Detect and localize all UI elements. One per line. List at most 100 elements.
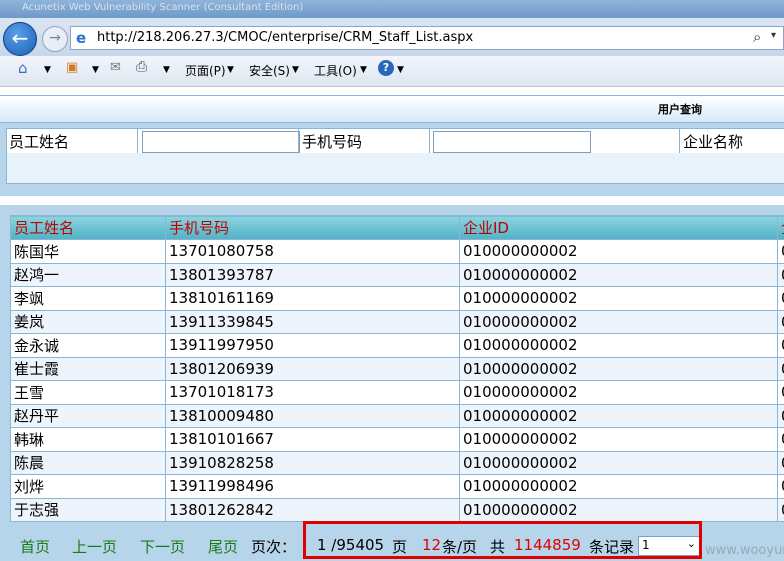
- rss-feed-icon[interactable]: ▣: [66, 60, 78, 75]
- prev-page-link[interactable]: 上一页: [72, 536, 117, 557]
- cell-company-id: 010000000002: [459, 286, 778, 311]
- table-row: 姜岚139113398450100000000020: [10, 309, 784, 334]
- cell-company-id: 010000000002: [459, 333, 778, 358]
- cell-more: 0: [777, 403, 784, 428]
- cell-more: 0: [777, 309, 784, 334]
- divider: [298, 129, 299, 153]
- chevron-down-icon[interactable]: ▼: [163, 65, 170, 75]
- divider: [137, 129, 138, 153]
- chevron-down-icon[interactable]: ▼: [360, 65, 367, 75]
- help-icon[interactable]: ?: [378, 60, 394, 76]
- cell-company-id: 010000000002: [459, 380, 778, 405]
- forward-button[interactable]: →: [42, 26, 68, 52]
- cell-name: 刘烨: [10, 474, 166, 499]
- cell-phone: 13810009480: [165, 403, 460, 428]
- cell-phone: 13801262842: [165, 497, 460, 522]
- table-row: 王雪137010181730100000000020: [10, 380, 784, 405]
- column-header-name: 员工姓名: [10, 215, 166, 240]
- table-header-row: 员工姓名 手机号码 企业ID 企: [10, 215, 784, 240]
- browser-title-bar: Acunetix Web Vulnerability Scanner (Cons…: [0, 0, 784, 18]
- cell-name: 崔士霞: [10, 356, 166, 381]
- cell-company-id: 010000000002: [459, 356, 778, 381]
- tools-menu[interactable]: 工具(O): [314, 62, 357, 79]
- table-row: 于志强138012628420100000000020: [10, 497, 784, 522]
- staff-table: 员工姓名 手机号码 企业ID 企 陈国华13701080758010000000…: [10, 215, 784, 522]
- table-row: 李飒138101611690100000000020: [10, 286, 784, 311]
- cell-name: 赵鸿一: [10, 262, 166, 287]
- column-header-phone: 手机号码: [165, 215, 460, 240]
- cell-phone: 13911997950: [165, 333, 460, 358]
- chevron-down-icon[interactable]: ▼: [292, 65, 299, 75]
- cell-more: 0: [777, 262, 784, 287]
- safety-menu[interactable]: 安全(S): [249, 62, 290, 79]
- command-bar: ⌂ ▼ ▣ ▼ ✉ ⎙ ▼ 页面(P) ▼ 安全(S) ▼ 工具(O) ▼ ? …: [0, 56, 784, 87]
- chevron-down-icon[interactable]: ▼: [227, 65, 234, 75]
- table-row: 崔士霞138012069390100000000020: [10, 356, 784, 381]
- ie-logo-icon: e: [76, 29, 87, 47]
- table-row: 陈晨139108282580100000000020: [10, 450, 784, 475]
- name-label: 员工姓名: [9, 133, 70, 151]
- cell-phone: 13801393787: [165, 262, 460, 287]
- cell-more: 0: [777, 474, 784, 499]
- query-panel: 用户查询 员工姓名 手机号码 企业名称: [0, 95, 784, 196]
- query-header: 用户查询: [0, 96, 784, 123]
- cell-more: 0: [777, 497, 784, 522]
- cell-company-id: 010000000002: [459, 309, 778, 334]
- name-input[interactable]: [142, 131, 300, 153]
- cell-name: 于志强: [10, 497, 166, 522]
- cell-more: 0: [777, 427, 784, 452]
- url-text: http://218.206.27.3/CMOC/enterprise/CRM_…: [97, 30, 474, 45]
- cell-more: 0: [777, 239, 784, 264]
- cell-phone: 13910828258: [165, 450, 460, 475]
- cell-phone: 13810101667: [165, 427, 460, 452]
- cell-phone: 13701080758: [165, 239, 460, 264]
- cell-name: 韩琳: [10, 427, 166, 452]
- mail-icon[interactable]: ✉: [110, 60, 121, 75]
- cell-phone: 13801206939: [165, 356, 460, 381]
- watermark: www.wooyun.org: [705, 543, 784, 558]
- highlight-box: [303, 521, 702, 559]
- back-button[interactable]: ←: [3, 22, 37, 56]
- arrow-left-icon: ←: [11, 26, 29, 50]
- table-row: 金永诚139119979500100000000020: [10, 333, 784, 358]
- table-row: 刘烨139119984960100000000020: [10, 474, 784, 499]
- chevron-down-icon[interactable]: ▾: [771, 30, 776, 41]
- column-header-more: 企: [777, 215, 784, 240]
- table-row: 赵鸿一138013937870100000000020: [10, 262, 784, 287]
- cell-more: 0: [777, 333, 784, 358]
- last-page-link[interactable]: 尾页: [208, 536, 238, 557]
- cell-phone: 13911339845: [165, 309, 460, 334]
- cell-company-id: 010000000002: [459, 450, 778, 475]
- page-menu[interactable]: 页面(P): [185, 62, 226, 79]
- company-label: 企业名称: [683, 133, 744, 151]
- next-page-link[interactable]: 下一页: [140, 536, 185, 557]
- first-page-link[interactable]: 首页: [20, 536, 50, 557]
- phone-label: 手机号码: [302, 133, 363, 151]
- chevron-down-icon[interactable]: ▼: [92, 65, 99, 75]
- phone-input[interactable]: [433, 131, 591, 153]
- chevron-down-icon[interactable]: ▼: [397, 65, 404, 75]
- print-icon[interactable]: ⎙: [136, 59, 147, 75]
- cell-name: 陈国华: [10, 239, 166, 264]
- home-icon[interactable]: ⌂: [18, 59, 28, 77]
- cell-name: 金永诚: [10, 333, 166, 358]
- cell-company-id: 010000000002: [459, 497, 778, 522]
- cell-company-id: 010000000002: [459, 262, 778, 287]
- url-field[interactable]: e http://218.206.27.3/CMOC/enterprise/CR…: [70, 26, 784, 50]
- cell-name: 王雪: [10, 380, 166, 405]
- browser-title: Acunetix Web Vulnerability Scanner (Cons…: [22, 2, 304, 13]
- cell-more: 0: [777, 450, 784, 475]
- cell-phone: 13911998496: [165, 474, 460, 499]
- spacer: [0, 87, 784, 95]
- search-icon[interactable]: ⌕: [753, 28, 761, 46]
- cell-phone: 13701018173: [165, 380, 460, 405]
- cell-more: 0: [777, 286, 784, 311]
- chevron-down-icon[interactable]: ▼: [44, 65, 51, 75]
- cell-company-id: 010000000002: [459, 474, 778, 499]
- query-row-empty: [6, 153, 784, 184]
- divider: [429, 129, 430, 153]
- query-title: 用户查询: [658, 103, 702, 116]
- table-row: 赵丹平138100094800100000000020: [10, 403, 784, 428]
- cell-name: 姜岚: [10, 309, 166, 334]
- divider: [679, 129, 680, 153]
